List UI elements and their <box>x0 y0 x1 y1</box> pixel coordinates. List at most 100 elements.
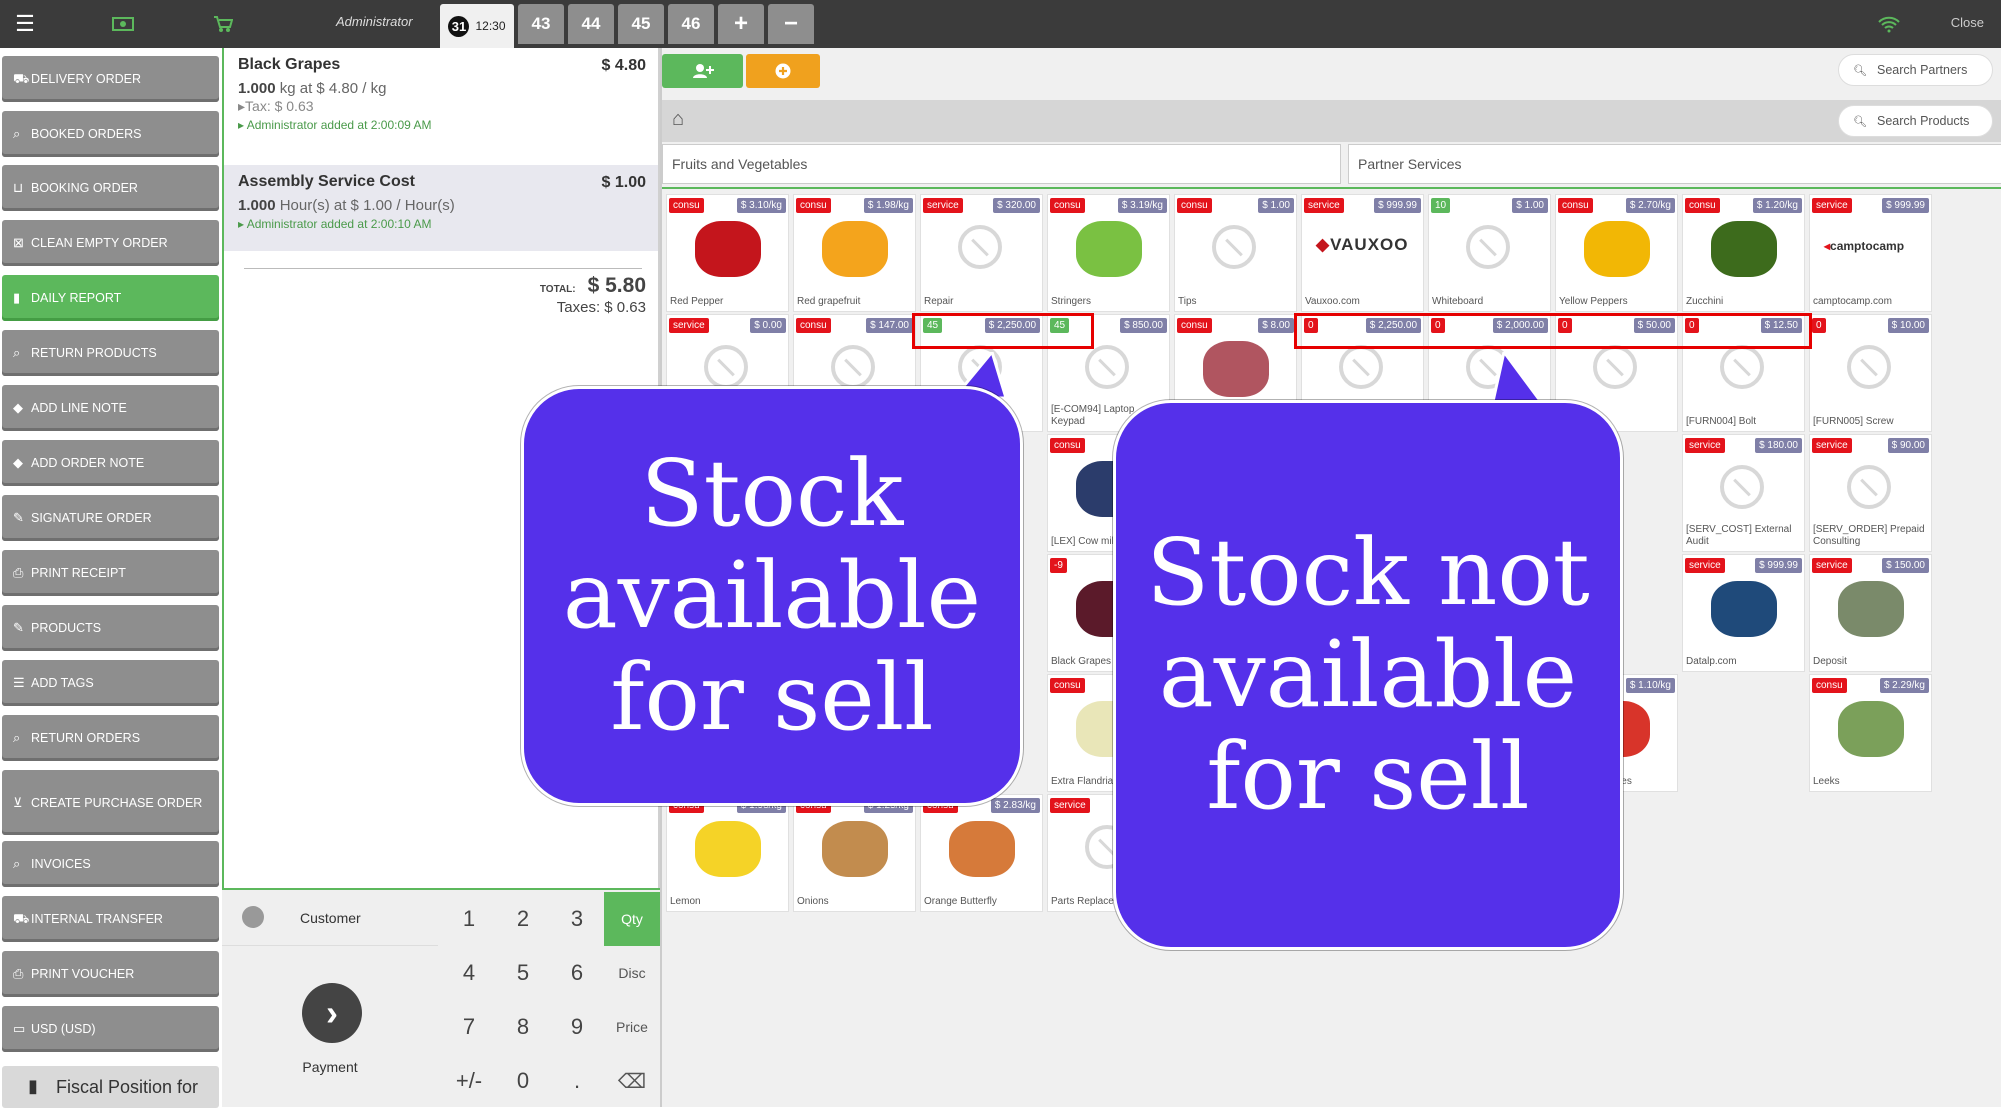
product-card[interactable]: consu $ 1.20/kg Zucchini <box>1682 194 1805 312</box>
numpad-key[interactable]: +/- <box>442 1054 496 1108</box>
sidebar-button[interactable]: ✎ SIGNATURE ORDER <box>2 495 219 541</box>
sidebar-button[interactable]: ☰ ADD TAGS <box>2 660 219 706</box>
search-partners-input[interactable]: 🔍︎ Search Partners <box>1838 54 1993 86</box>
numpad-key[interactable]: 3 <box>550 892 604 946</box>
numpad-key[interactable]: 0 <box>496 1054 550 1108</box>
numpad-key[interactable]: 1 <box>442 892 496 946</box>
sidebar-button[interactable]: ◆ ADD ORDER NOTE <box>2 440 219 486</box>
order-line-selected[interactable]: Assembly Service Cost $ 1.00 1.000 Hour(… <box>224 165 658 251</box>
numpad-key[interactable]: 9 <box>550 1000 604 1054</box>
stock-badge: service <box>1812 198 1852 213</box>
numpad-key[interactable]: 6 <box>550 946 604 1000</box>
product-card[interactable]: consu $ 3.19/kg Stringers <box>1047 194 1170 312</box>
product-card[interactable]: consu$ 2.83/kgOrange Butterfly <box>920 794 1043 912</box>
price-badge: $ 3.19/kg <box>1117 198 1167 213</box>
order-line[interactable]: Black Grapes $ 4.80 1.000 kg at $ 4.80 /… <box>224 48 658 140</box>
price-badge: $ 8.00 <box>1258 318 1294 333</box>
numpad-key[interactable]: 5 <box>496 946 550 1000</box>
numpad-key[interactable]: . <box>550 1054 604 1108</box>
product-card[interactable]: service $ 999.99 Datalp.com <box>1682 554 1805 672</box>
numpad-mode-qty[interactable]: Qty <box>604 892 660 946</box>
product-card[interactable]: service $ 320.00 Repair <box>920 194 1043 312</box>
price-badge: $ 0.00 <box>750 318 786 333</box>
add-order-button[interactable]: + <box>718 4 764 44</box>
sidebar-button[interactable]: ▮ DAILY REPORT <box>2 275 219 321</box>
numpad-mode-price[interactable]: Price <box>604 1000 660 1054</box>
menu-list-icon[interactable]: ☰ <box>12 10 38 38</box>
order-tab[interactable]: 46 <box>668 4 714 44</box>
order-tab[interactable]: 45 <box>618 4 664 44</box>
fiscal-position-button[interactable]: ▮ Fiscal Position for <box>2 1066 219 1108</box>
sidebar-button-label: DELIVERY ORDER <box>31 72 141 86</box>
camera-placeholder-icon <box>1720 465 1764 509</box>
sidebar-button[interactable]: ⊠ CLEAN EMPTY ORDER <box>2 220 219 266</box>
sidebar-button[interactable]: ⛟ INTERNAL TRANSFER <box>2 896 219 942</box>
backspace-key[interactable]: ⌫ <box>604 1054 660 1108</box>
product-name: Stringers <box>1051 296 1092 307</box>
product-card[interactable]: service $ 999.99 ◆VAUXOO Vauxoo.com <box>1301 194 1424 312</box>
product-card[interactable]: service $ 999.99 ◂camptocamp camptocamp.com <box>1809 194 1932 312</box>
price-badge: $ 147.00 <box>866 318 913 333</box>
add-customer-button[interactable] <box>662 54 743 88</box>
sliders-icon: ☰ <box>13 675 25 690</box>
product-card[interactable]: consu $ 3.10/kg Red Pepper <box>666 194 789 312</box>
sidebar-button[interactable]: ✎ PRODUCTS <box>2 605 219 651</box>
order-tab[interactable]: 43 <box>518 4 564 44</box>
order-tab-active[interactable]: 31 12:30 <box>440 4 514 48</box>
trash-icon: ⊠ <box>13 235 24 250</box>
sidebar-button[interactable]: ⌕ RETURN PRODUCTS <box>2 330 219 376</box>
home-icon[interactable]: ⌂ <box>672 108 684 131</box>
sidebar-button[interactable]: ◆ ADD LINE NOTE <box>2 385 219 431</box>
product-card[interactable]: consu$ 1.98/kgLemon <box>666 794 789 912</box>
product-card[interactable]: consu $ 2.70/kg Yellow Peppers <box>1555 194 1678 312</box>
numpad-key[interactable]: 4 <box>442 946 496 1000</box>
order-line-name: Assembly Service Cost <box>238 173 415 190</box>
customer-label: Customer <box>300 910 361 926</box>
sidebar-button[interactable]: ⌕ INVOICES <box>2 841 219 887</box>
product-card[interactable]: consu$ 1.25/kgOnions <box>793 794 916 912</box>
camera-placeholder-icon <box>1466 225 1510 269</box>
close-button[interactable]: Close <box>1951 15 1984 30</box>
sidebar-button[interactable]: ⎙ PRINT RECEIPT <box>2 550 219 596</box>
product-card[interactable]: 0 $ 10.00 [FURN005] Screw <box>1809 314 1932 432</box>
category-fruits-vegetables[interactable]: Fruits and Vegetables <box>662 144 1341 184</box>
product-card[interactable]: consu $ 2.29/kg Leeks <box>1809 674 1932 792</box>
sidebar-button[interactable]: ⌕ BOOKED ORDERS <box>2 111 219 157</box>
numpad-key[interactable]: 2 <box>496 892 550 946</box>
sidebar-button-label: ADD TAGS <box>31 676 94 690</box>
sidebar-button[interactable]: ⎙ PRINT VOUCHER <box>2 951 219 997</box>
sidebar-button[interactable]: ▭ USD (USD) <box>2 1006 219 1052</box>
sidebar-button[interactable]: ⛟ DELIVERY ORDER <box>2 56 219 102</box>
total-divider <box>244 268 642 269</box>
sidebar-button[interactable]: ⌕ RETURN ORDERS <box>2 715 219 761</box>
camera-placeholder-icon <box>958 225 1002 269</box>
order-tab[interactable]: 44 <box>568 4 614 44</box>
stock-badge: service <box>923 198 963 213</box>
category-partner-services[interactable]: Partner Services <box>1348 144 2001 184</box>
product-card[interactable]: service $ 180.00 [SERV_COST] External Audi… <box>1682 434 1805 552</box>
cart-icon[interactable] <box>212 10 234 38</box>
product-card[interactable]: service $ 150.00 Deposit <box>1809 554 1932 672</box>
price-badge: $ 1.00 <box>1512 198 1548 213</box>
numpad-key[interactable]: 7 <box>442 1000 496 1054</box>
product-card[interactable]: service $ 90.00 [SERV_ORDER] Prepaid Consu… <box>1809 434 1932 552</box>
price-badge: $ 999.99 <box>1755 558 1802 573</box>
numpad-mode-disc[interactable]: Disc <box>604 946 660 1000</box>
camera-placeholder-icon <box>1339 345 1383 389</box>
product-card[interactable]: consu $ 1.00 Tips <box>1174 194 1297 312</box>
stock-badge: service <box>1685 438 1725 453</box>
search-products-input[interactable]: 🔍︎ Search Products <box>1838 105 1993 137</box>
product-card[interactable]: consu $ 1.98/kg Red grapefruit <box>793 194 916 312</box>
cash-icon[interactable] <box>112 10 134 38</box>
numpad-key[interactable]: 8 <box>496 1000 550 1054</box>
order-line-detail: kg at $ 4.80 / kg <box>275 80 387 97</box>
product-card[interactable]: 10 $ 1.00 Whiteboard <box>1428 194 1551 312</box>
numpad-area: Customer › Payment 1 2 3 4 5 6 7 8 9 +/- 0. Qty Disc… <box>222 888 660 1107</box>
add-order-plus-button[interactable] <box>746 54 820 88</box>
customer-button[interactable]: Customer <box>222 890 438 946</box>
sidebar-button[interactable]: ⊔ BOOKING ORDER <box>2 165 219 211</box>
sidebar-button[interactable]: ⊻ CREATE PURCHASE ORDER <box>2 770 219 835</box>
remove-order-button[interactable]: − <box>768 4 814 44</box>
payment-button[interactable]: › Payment <box>222 947 438 1109</box>
wifi-icon <box>1876 10 1902 38</box>
